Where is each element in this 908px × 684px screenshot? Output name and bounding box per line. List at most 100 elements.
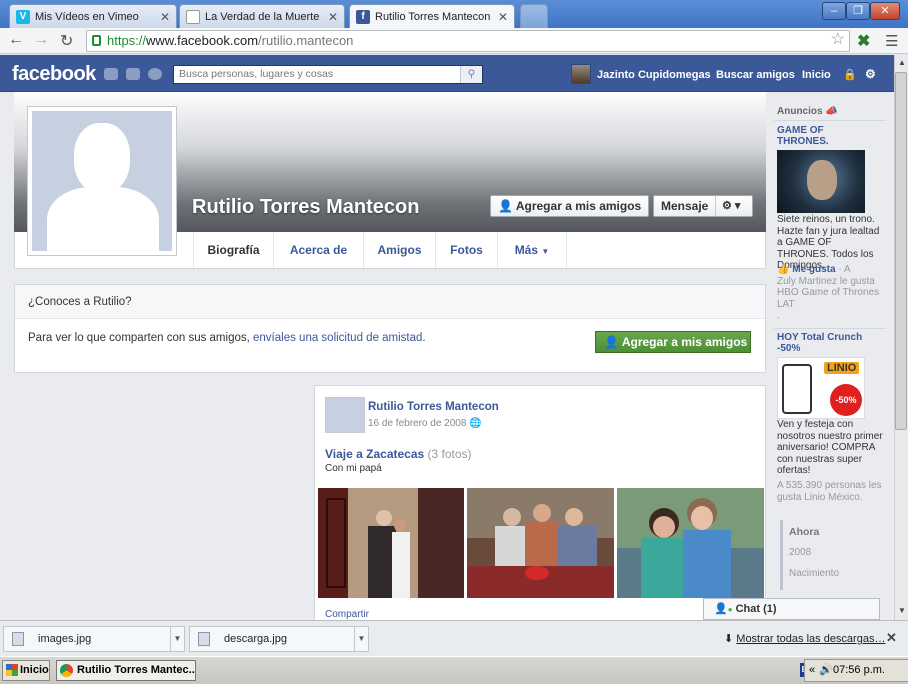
download-arrow-icon: ⬇	[724, 633, 734, 645]
send-friend-request-link[interactable]: envíales una solicitud de amistad	[253, 332, 422, 344]
notifications-globe-icon[interactable]	[148, 68, 162, 80]
windows-logo-icon	[6, 664, 18, 676]
menu-icon[interactable]: ☰	[885, 32, 898, 50]
tab-close-icon[interactable]: ✕	[322, 10, 338, 24]
show-all-downloads-link[interactable]: Mostrar todas las descargas…	[736, 633, 885, 645]
show-all-downloads[interactable]: ⬇ Mostrar todas las descargas…	[724, 632, 885, 645]
system-tray: « 🔊 07:56 p.m.	[804, 659, 908, 682]
know-text: Para ver lo que comparten con sus amigos…	[28, 332, 426, 344]
timeline-birth[interactable]: Nacimiento	[789, 568, 839, 579]
start-button[interactable]: Inicio	[2, 660, 50, 681]
know-text-prefix: Para ver lo que comparten con sus amigos…	[28, 332, 254, 344]
add-friend-icon: 👤	[604, 335, 619, 349]
search-icon[interactable]: ⚲	[460, 66, 482, 83]
album-count: (3 fotos)	[427, 447, 472, 461]
chat-label: Chat (1)	[735, 603, 777, 615]
ad-2-social: A 535.390 personas les gusta Linio Méxic…	[777, 480, 882, 503]
user-profile-link[interactable]: Jazinto Cupidomegas	[597, 69, 711, 81]
tab-biografia[interactable]: Biografía	[193, 232, 273, 268]
address-bar[interactable]: https://www.facebook.com/rutilio.manteco…	[86, 30, 850, 52]
gear-dropdown-icon[interactable]: ⚙ ▾	[722, 196, 740, 216]
close-download-bar-icon[interactable]: ✕	[886, 630, 897, 646]
browser-toolbar: ← → ↻ https://www.facebook.com/rutilio.m…	[0, 28, 908, 54]
search-placeholder: Busca personas, lugares y cosas	[179, 68, 334, 80]
post-author-avatar[interactable]	[325, 397, 365, 433]
chevron-down-icon[interactable]: ▼	[354, 627, 368, 651]
online-dot-icon: ●	[727, 605, 733, 614]
messages-icon[interactable]	[126, 68, 140, 80]
tab-amigos[interactable]: Amigos	[363, 232, 435, 268]
ad-1-like-link[interactable]: Me gusta	[792, 264, 835, 275]
album-title[interactable]: Viaje a Zacatecas	[325, 447, 424, 461]
timeline-2008[interactable]: 2008	[789, 547, 811, 558]
album-photo-3[interactable]	[617, 488, 764, 598]
ad-1-like-sep: · A	[835, 264, 851, 275]
profile-picture[interactable]	[27, 106, 177, 256]
download-item-descarga[interactable]: descarga.jpg ▼	[189, 626, 369, 652]
tab-mas[interactable]: Más ▼	[497, 232, 567, 268]
tab-fotos[interactable]: Fotos	[435, 232, 497, 268]
know-this-person-box: ¿Conoces a Rutilio? Para ver lo que comp…	[14, 284, 766, 373]
scrollbar-thumb[interactable]	[895, 72, 907, 430]
volume-icon[interactable]: 🔊	[819, 660, 833, 681]
chevron-down-icon[interactable]: ▼	[170, 627, 184, 651]
tray-expand-icon[interactable]: «	[809, 660, 815, 681]
search-input[interactable]: Busca personas, lugares y cosas ⚲	[173, 65, 483, 84]
tab-close-icon[interactable]: ✕	[154, 10, 170, 24]
reload-icon[interactable]: ↻	[60, 31, 73, 51]
add-friend-label: Agregar a mis amigos	[515, 199, 642, 213]
chat-user-icon: 👤	[714, 603, 728, 615]
forward-arrow-icon[interactable]: →	[33, 31, 49, 49]
tab-close-icon[interactable]: ✕	[492, 10, 508, 24]
browser-tab-facebook[interactable]: f Rutilio Torres Mantecon ✕	[349, 4, 515, 29]
privacy-icon[interactable]: 🔒	[843, 68, 857, 81]
home-link[interactable]: Inicio	[802, 69, 831, 81]
bookmark-star-icon[interactable]: ☆	[831, 30, 845, 50]
minimize-button[interactable]: –	[822, 2, 846, 20]
download-item-images[interactable]: images.jpg ▼	[3, 626, 185, 652]
ad-1-title[interactable]: GAME OF THRONES.	[777, 125, 857, 147]
url-scheme: https://	[107, 33, 147, 48]
ad-1-social-text: Zuly Martinez le gusta HBO Game of Thron…	[777, 275, 880, 310]
thumbs-up-icon: 👍	[777, 264, 790, 275]
back-arrow-icon[interactable]: ←	[8, 31, 24, 49]
new-tab-button[interactable]	[520, 4, 548, 28]
gear-icon[interactable]: ⚙	[865, 67, 876, 81]
browser-tab-vimeo[interactable]: V Mis Vídeos en Vimeo ✕	[9, 4, 177, 28]
album-photo-1[interactable]	[318, 488, 464, 598]
share-link[interactable]: Compartir	[325, 609, 369, 620]
facebook-logo[interactable]: facebook	[12, 63, 96, 86]
post-date-text: 16 de febrero de 2008	[368, 418, 467, 429]
post-author[interactable]: Rutilio Torres Mantecon	[368, 401, 499, 413]
ad-2-image[interactable]: LINIO -50%	[777, 357, 865, 419]
chrome-icon	[60, 664, 73, 677]
post-date[interactable]: 16 de febrero de 2008 🌐	[368, 418, 482, 429]
taskbar-chrome-window[interactable]: Rutilio Torres Mantec...	[56, 660, 196, 681]
lock-icon	[92, 35, 101, 46]
download-bar: images.jpg ▼ descarga.jpg ▼ ⬇ Mostrar to…	[0, 620, 908, 656]
clock: 07:56 p.m.	[833, 664, 885, 676]
find-friends-link[interactable]: Buscar amigos	[716, 69, 795, 81]
ad-1-image[interactable]	[777, 150, 865, 213]
ad-1-body: Siete reinos, un trono. Hazte fan y jura…	[777, 214, 880, 271]
extension-icon[interactable]: ✖	[857, 31, 870, 51]
album-photo-2[interactable]	[467, 488, 614, 598]
close-window-button[interactable]: ✕	[870, 2, 900, 20]
avatar[interactable]	[571, 64, 591, 84]
timeline-now[interactable]: Ahora	[789, 526, 819, 538]
add-friend-green-button[interactable]: 👤 Agregar a mis amigos	[595, 331, 751, 353]
ad-2-title[interactable]: HOY Total Crunch -50%	[777, 332, 877, 354]
know-text-suffix: .	[422, 332, 426, 344]
chat-bar[interactable]: 👤● Chat (1)	[703, 598, 880, 620]
browser-tab-article[interactable]: La Verdad de la Muerte de R ✕	[179, 4, 345, 28]
url-domain: www.facebook.com	[146, 33, 259, 48]
download-filename: images.jpg	[38, 633, 92, 645]
scroll-down-arrow-icon[interactable]: ▼	[896, 605, 908, 617]
message-button[interactable]: Mensaje ⚙ ▾	[653, 195, 753, 217]
scroll-up-arrow-icon[interactable]: ▲	[896, 57, 908, 69]
ad-2-body: Ven y festeja con nosotros nuestro prime…	[777, 419, 883, 476]
tab-acerca-de[interactable]: Acerca de	[273, 232, 363, 268]
add-friend-button[interactable]: 👤 Agregar a mis amigos	[490, 195, 650, 217]
friend-requests-icon[interactable]	[104, 68, 118, 80]
maximize-button[interactable]: ❐	[846, 2, 870, 20]
